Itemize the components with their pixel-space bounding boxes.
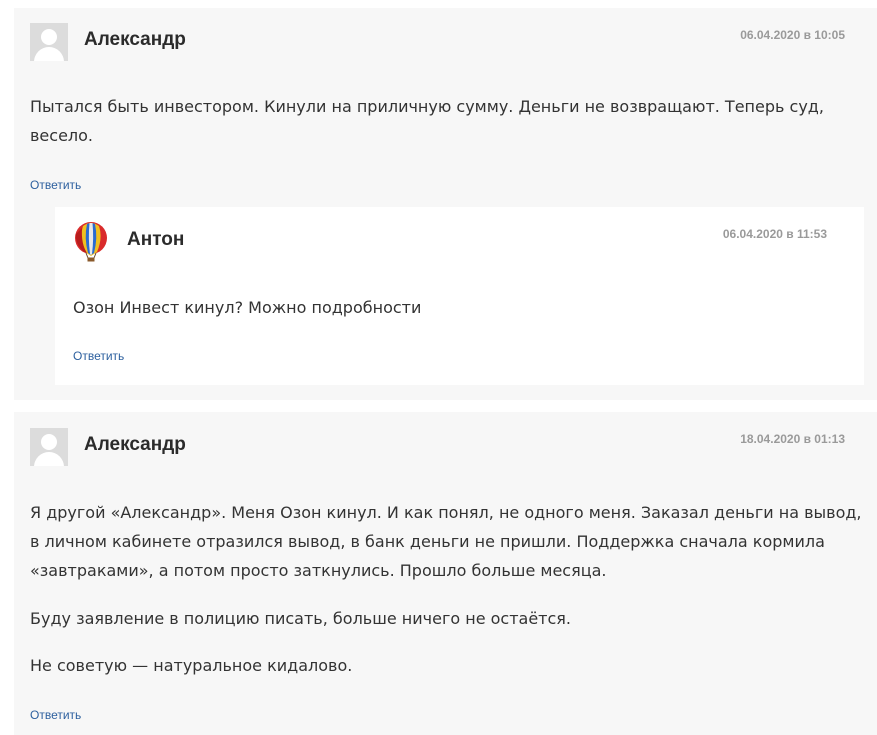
comment-text: Пытался быть инвестором. Кинули на прили… [30, 97, 824, 145]
comment-author[interactable]: Антон [127, 229, 184, 251]
hot-air-balloon-icon [75, 222, 107, 262]
comment-text: Буду заявление в полицию писать, больше … [30, 609, 571, 628]
comment-date[interactable]: 06.04.2020 в 10:05 [740, 28, 845, 42]
comment-date[interactable]: 06.04.2020 в 11:53 [723, 227, 827, 241]
reply-link[interactable]: Ответить [30, 178, 81, 192]
reply-link[interactable]: Ответить [73, 349, 124, 363]
comment-text: Не советую — натуральное кидалово. [30, 656, 353, 675]
comment-author[interactable]: Александр [84, 434, 186, 456]
default-user-icon [30, 428, 68, 466]
comment: Александр 18.04.2020 в 01:13 Я другой «А… [14, 412, 877, 735]
comment-date[interactable]: 18.04.2020 в 01:13 [740, 432, 845, 446]
comment-reply: Антон 06.04.2020 в 11:53 Озон Инвест кин… [55, 207, 864, 385]
reply-link[interactable]: Ответить [30, 708, 81, 722]
comment-text: Я другой «Александр». Меня Озон кинул. И… [30, 503, 862, 580]
comment-text: Озон Инвест кинул? Можно подробности [73, 298, 422, 317]
comment-author[interactable]: Александр [84, 29, 186, 51]
default-user-icon [30, 23, 68, 61]
